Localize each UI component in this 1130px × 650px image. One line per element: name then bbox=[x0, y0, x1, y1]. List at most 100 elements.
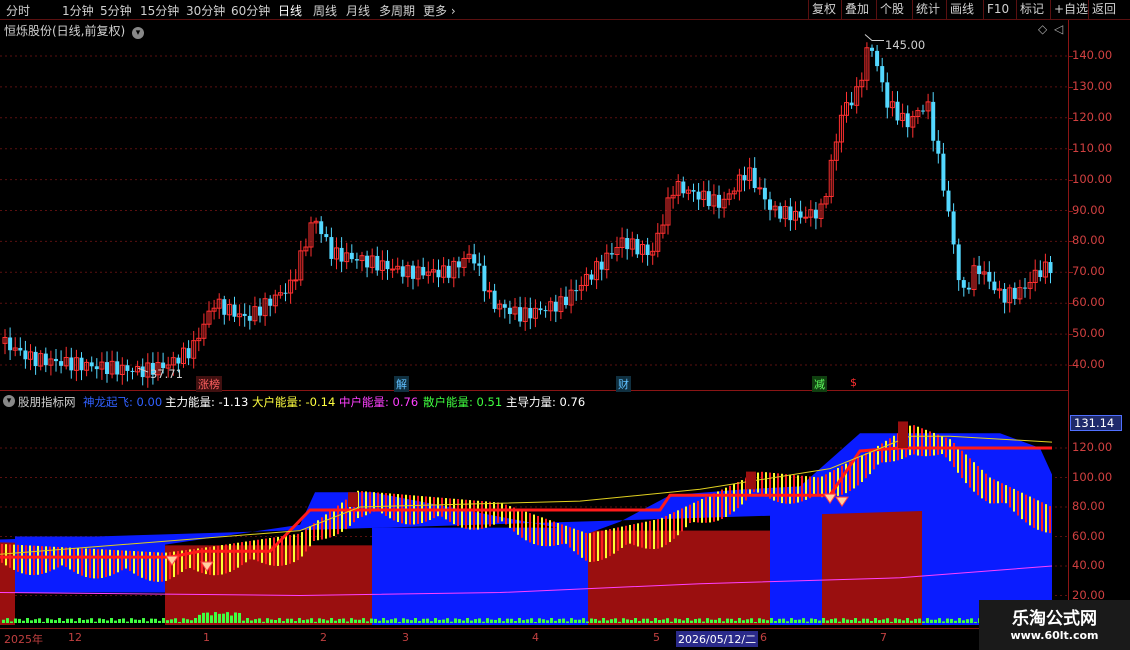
candle-body bbox=[283, 292, 288, 294]
price-axis-tick bbox=[1068, 86, 1073, 88]
candle-body bbox=[1023, 287, 1027, 289]
adjust-button[interactable]: 复权 bbox=[808, 0, 839, 20]
draw-button[interactable]: 画线 bbox=[946, 0, 977, 20]
period-tab-5min[interactable]: 5分钟 bbox=[100, 2, 132, 19]
candle-body bbox=[94, 366, 99, 370]
retail-bar bbox=[862, 618, 865, 623]
candle-body bbox=[645, 244, 650, 256]
retail-bar bbox=[850, 619, 853, 623]
retail-bar bbox=[370, 618, 373, 623]
retail-bar bbox=[122, 618, 125, 623]
event-tag-finance[interactable]: 财 bbox=[616, 376, 631, 392]
candle-body bbox=[232, 304, 237, 317]
retail-bar bbox=[670, 621, 673, 623]
retail-bar bbox=[350, 618, 353, 623]
stats-button[interactable]: 统计 bbox=[912, 0, 943, 20]
price-axis-tick bbox=[1068, 303, 1073, 305]
retail-bar bbox=[106, 620, 109, 623]
period-tab-1min[interactable]: 1分钟 bbox=[62, 2, 94, 19]
period-tab-more[interactable]: 更多 › bbox=[423, 2, 456, 19]
candle-body bbox=[482, 265, 487, 292]
retail-bar bbox=[294, 621, 297, 623]
retail-bar bbox=[470, 620, 473, 623]
period-tab-monthly[interactable]: 月线 bbox=[346, 2, 370, 19]
retail-bar bbox=[662, 619, 665, 623]
retail-bar bbox=[814, 619, 817, 623]
price-axis-tick bbox=[1068, 334, 1073, 336]
retail-bar bbox=[414, 618, 417, 623]
retail-bar bbox=[790, 618, 793, 623]
candle-body bbox=[8, 337, 13, 351]
retail-bar bbox=[282, 621, 285, 623]
mark-button[interactable]: 标记 bbox=[1016, 0, 1047, 20]
retail-bar bbox=[586, 621, 589, 623]
retail-bar bbox=[770, 618, 773, 623]
retail-bar bbox=[366, 621, 369, 623]
event-tag-dollar[interactable]: $ bbox=[848, 376, 859, 389]
retail-bar bbox=[642, 618, 645, 623]
retail-bar bbox=[326, 620, 329, 623]
indicator-axis-label: 60.00 bbox=[1072, 528, 1105, 543]
retail-bar bbox=[802, 618, 805, 623]
candle-body bbox=[293, 279, 299, 282]
period-tab-15min[interactable]: 15分钟 bbox=[140, 2, 179, 19]
candle-body bbox=[987, 271, 992, 282]
period-tab-60min[interactable]: 60分钟 bbox=[231, 2, 270, 19]
retail-bar bbox=[510, 618, 513, 623]
retail-bar bbox=[910, 620, 913, 623]
retail-bar bbox=[786, 621, 789, 623]
period-tab-30min[interactable]: 30分钟 bbox=[186, 2, 225, 19]
event-tag-reduce[interactable]: 减 bbox=[812, 376, 827, 392]
price-axis-label: 130.00 bbox=[1072, 78, 1113, 93]
retail-bar bbox=[750, 618, 753, 623]
retail-bar bbox=[462, 620, 465, 623]
retail-bar bbox=[130, 618, 133, 623]
event-tag-limit-up[interactable]: 涨榜 bbox=[196, 376, 222, 392]
date-label-may: 5 bbox=[653, 631, 660, 644]
stock-button[interactable]: 个股 bbox=[876, 0, 907, 20]
retail-bar bbox=[630, 620, 633, 623]
retail-bar bbox=[398, 621, 401, 623]
period-tab-multi[interactable]: 多周期 bbox=[379, 2, 415, 19]
add-watchlist-button[interactable]: +自选 bbox=[1050, 0, 1091, 20]
candle-body bbox=[242, 313, 247, 316]
retail-bar bbox=[310, 618, 313, 623]
candle-body bbox=[564, 296, 568, 306]
retail-bar bbox=[638, 621, 641, 623]
panel-divider bbox=[0, 390, 1068, 391]
candle-body bbox=[472, 254, 477, 264]
retail-bar bbox=[318, 618, 321, 623]
indicator-chevron-icon[interactable]: ▾ bbox=[3, 395, 15, 407]
price-axis-label: 60.00 bbox=[1072, 295, 1105, 310]
retail-bar bbox=[94, 621, 97, 623]
period-tab-timeshare[interactable]: 分时 bbox=[6, 2, 30, 19]
retail-bar bbox=[234, 612, 237, 623]
f10-button[interactable]: F10 bbox=[983, 0, 1012, 20]
retail-bar bbox=[610, 619, 613, 623]
retail-bar bbox=[182, 618, 185, 623]
retail-bar bbox=[238, 612, 241, 623]
candle-body bbox=[125, 365, 130, 371]
retail-bar bbox=[622, 618, 625, 623]
overlay-button[interactable]: 叠加 bbox=[841, 0, 872, 20]
candle-body bbox=[33, 351, 38, 367]
candle-body bbox=[487, 290, 492, 293]
event-tag-unlock[interactable]: 解 bbox=[394, 376, 409, 392]
retail-bar bbox=[150, 618, 153, 623]
date-label-dec: 12 bbox=[68, 631, 82, 644]
period-tab-daily[interactable]: 日线 bbox=[278, 2, 302, 19]
indicator-axis-label: 100.00 bbox=[1072, 469, 1113, 484]
period-tab-weekly[interactable]: 周线 bbox=[313, 2, 337, 19]
back-button[interactable]: 返回 bbox=[1088, 0, 1119, 20]
retail-bar bbox=[178, 621, 181, 623]
retail-bar bbox=[274, 620, 277, 623]
candle-body bbox=[956, 244, 961, 281]
retail-bar bbox=[2, 619, 5, 623]
price-axis-label: 40.00 bbox=[1072, 357, 1105, 371]
retail-bar bbox=[758, 618, 761, 623]
indicator-chart[interactable] bbox=[0, 408, 1068, 628]
retail-bar bbox=[762, 619, 765, 623]
candle-body bbox=[788, 206, 793, 221]
price-axis-tick bbox=[1068, 179, 1073, 181]
candlestick-chart[interactable] bbox=[0, 20, 1068, 390]
